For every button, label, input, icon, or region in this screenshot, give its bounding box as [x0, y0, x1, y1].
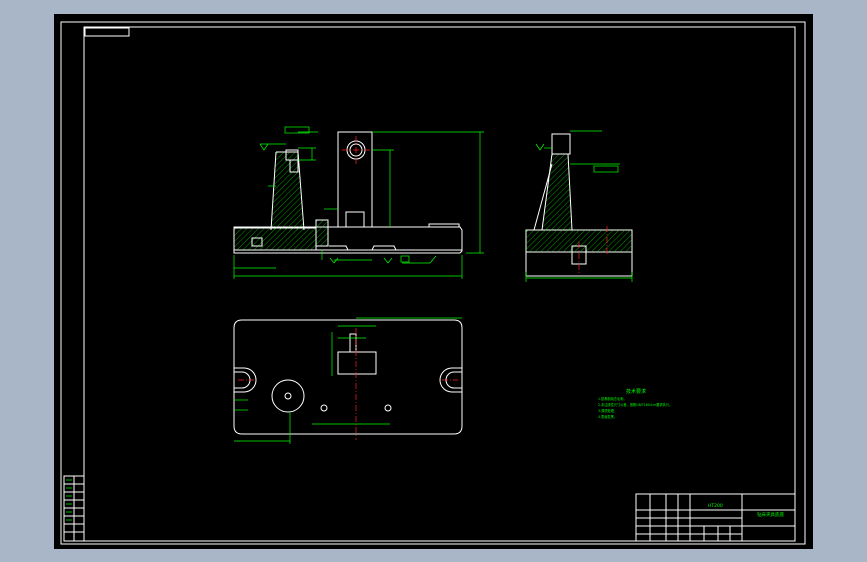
- tech-req-item-1: 1.锐角倒钝去毛刺。: [598, 396, 627, 401]
- top-view-outline: [233, 319, 463, 435]
- inner-drawing-frame: [83, 26, 796, 542]
- drawing-number-box: [84, 27, 130, 37]
- tech-req-item-3: 3.调质处理。: [598, 408, 617, 413]
- side-view: [525, 130, 633, 282]
- pin-hole-right: [384, 404, 392, 412]
- pin-hole-left: [320, 404, 328, 412]
- tech-req-item-2: 2.未注线性尺寸公差，按照GB/T1804-m要求执行。: [598, 402, 672, 407]
- title-block-drawing-name: 钻床夹具底座: [757, 511, 784, 518]
- top-view-support-block: [337, 351, 377, 375]
- title-block-material: HT200: [708, 503, 723, 509]
- tech-req-title: 技术要求: [626, 388, 646, 395]
- top-view-bore: [271, 379, 305, 413]
- cad-viewport[interactable]: 技术要求 1.锐角倒钝去毛刺。 2.未注线性尺寸公差，按照GB/T1804-m要…: [54, 14, 813, 549]
- revision-strip: [63, 475, 85, 542]
- front-view-support-plate: [337, 131, 373, 228]
- engineering-drawing: 技术要求 1.锐角倒钝去毛刺。 2.未注线性尺寸公差，按照GB/T1804-m要…: [60, 21, 806, 545]
- technical-requirements: 技术要求 1.锐角倒钝去毛刺。 2.未注线性尺寸公差，按照GB/T1804-m要…: [598, 388, 672, 419]
- front-view: [233, 126, 484, 279]
- title-block: HT200 钻床夹具底座: [635, 493, 796, 542]
- top-view: [233, 317, 463, 444]
- outer-sheet-border: [60, 21, 806, 545]
- tech-req-item-4: 4.表面发黑。: [598, 414, 617, 419]
